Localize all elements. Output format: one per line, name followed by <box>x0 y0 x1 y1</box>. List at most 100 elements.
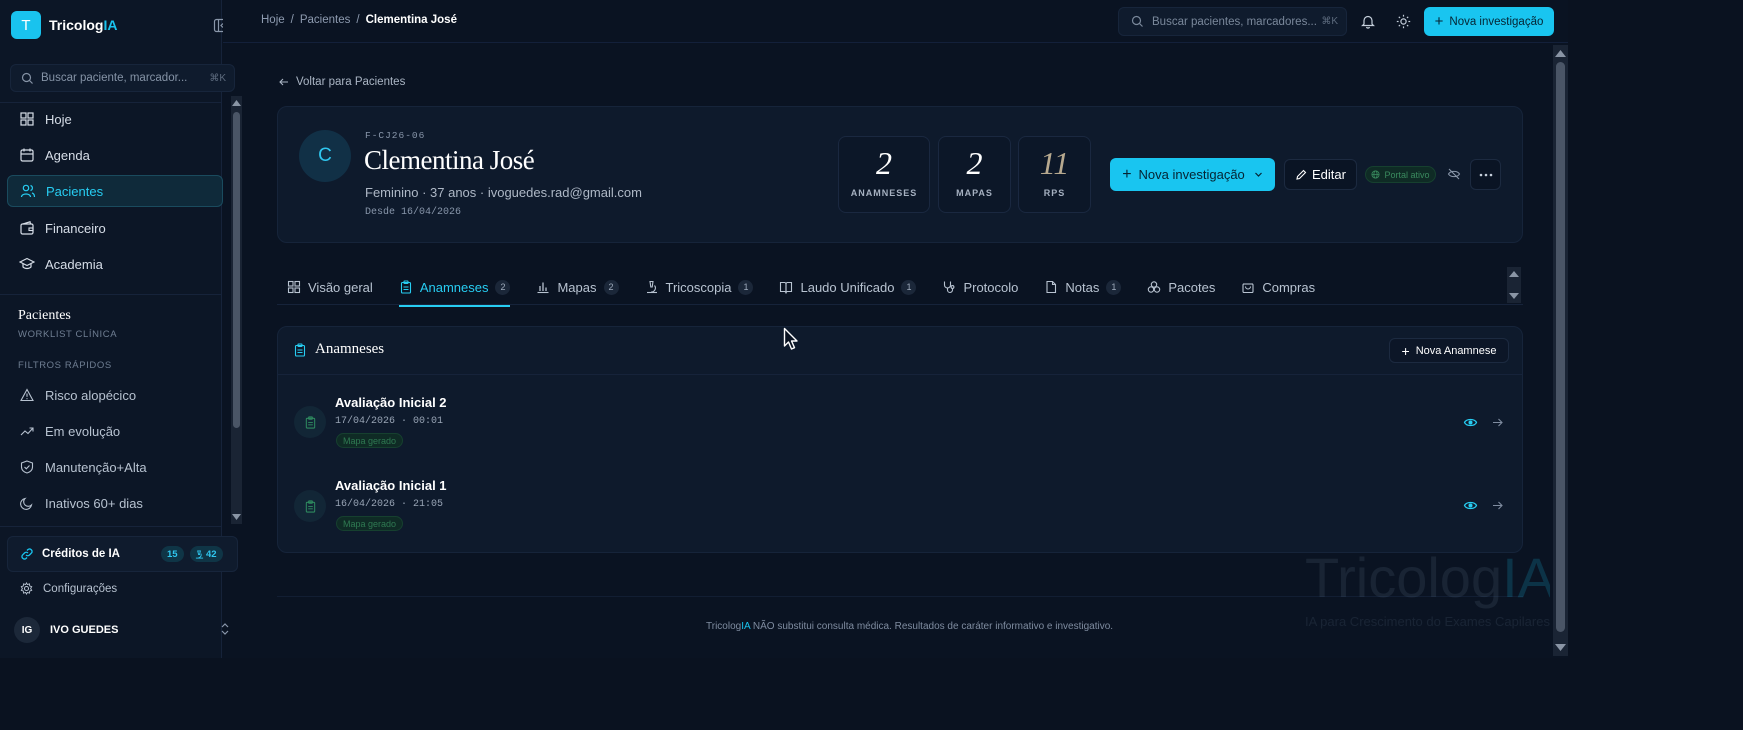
wallet-icon <box>20 221 34 235</box>
sidebar-item-agenda[interactable]: Agenda <box>7 139 223 171</box>
tab-label: Tricoscopia <box>665 279 732 295</box>
breadcrumb-hoje[interactable]: Hoje <box>261 14 285 26</box>
tab-notas[interactable]: Notas 1 <box>1044 270 1122 304</box>
breadcrumb-current: Clementina José <box>365 14 457 26</box>
tab-pacotes[interactable]: Pacotes <box>1147 270 1215 304</box>
tab-visao-geral[interactable]: Visão geral <box>287 270 373 304</box>
tab-label: Notas <box>1065 279 1100 295</box>
global-search-placeholder: Buscar pacientes, marcadores... <box>1152 15 1317 28</box>
user-menu[interactable]: IG IVO GUEDES <box>14 617 118 643</box>
main-scrollbar-thumb[interactable] <box>1556 62 1565 632</box>
sidebar-section-subtitle: WORKLIST CLÍNICA <box>18 329 118 340</box>
stat-mapas[interactable]: 2 MAPAS <box>938 136 1011 213</box>
filter-em-evolucao[interactable]: Em evolução <box>20 420 120 442</box>
status-badge: Mapa gerado <box>336 433 404 448</box>
tab-label: Anamneses <box>419 279 489 295</box>
stat-rps[interactable]: 11 RPS <box>1018 136 1091 213</box>
tabs-divider <box>277 304 1523 305</box>
filter-manutencao-alta[interactable]: Manutenção+Alta <box>20 456 147 478</box>
sun-icon[interactable] <box>1396 14 1411 29</box>
stat-label: MAPAS <box>956 188 993 198</box>
globe-icon <box>1371 170 1380 179</box>
tab-label: Compras <box>1262 279 1316 295</box>
new-investigation-button[interactable]: + Nova investigação <box>1424 7 1554 36</box>
ai-credits-panel[interactable]: Créditos de IA 15 42 <box>7 536 238 572</box>
filter-risco-alopecico[interactable]: Risco alopécico <box>20 384 136 406</box>
back-to-patients-link[interactable]: Voltar para Pacientes <box>278 76 405 88</box>
global-search-shortcut: ⌘K <box>1321 16 1338 27</box>
logo-badge: T <box>11 11 41 39</box>
stat-value: 11 <box>1039 145 1070 181</box>
sidebar-item-financeiro[interactable]: Financeiro <box>7 212 223 244</box>
sidebar-search-shortcut: ⌘K <box>209 72 226 84</box>
new-anamnese-button[interactable]: + Nova Anamnese <box>1389 338 1509 363</box>
filter-inativos-60-dias[interactable]: Inativos 60+ dias <box>20 492 143 514</box>
brand-watermark: TricologIA IA para Crescimento do Exames… <box>1305 545 1550 645</box>
logo[interactable]: T TricologIA <box>11 11 117 39</box>
stat-label: ANAMNESES <box>850 188 918 198</box>
tab-label: Mapas <box>557 279 597 295</box>
credits-badge-secondary: 42 <box>190 546 223 562</box>
sidebar-search-input[interactable]: Buscar paciente, marcador... ⌘K <box>10 64 235 92</box>
anamnese-row-title[interactable]: Avaliação Inicial 2 <box>335 395 447 410</box>
arrow-right-icon[interactable] <box>1491 499 1504 512</box>
ai-credits-label: Créditos de IA <box>42 548 120 560</box>
sidebar-item-label: Pacientes <box>46 183 104 199</box>
sidebar-item-academia[interactable]: Academia <box>7 248 223 280</box>
tabs-scrollbar[interactable] <box>1507 267 1521 303</box>
tab-mapas[interactable]: Mapas 2 <box>536 270 619 304</box>
tab-laudo-unificado[interactable]: Laudo Unificado 1 <box>779 270 917 304</box>
scroll-up-icon <box>1555 50 1566 57</box>
settings-link[interactable]: Configurações <box>20 582 117 595</box>
eye-icon[interactable] <box>1463 498 1478 513</box>
status-badge: Mapa gerado <box>336 516 404 531</box>
stethoscope-icon <box>944 281 955 294</box>
sidebar-item-pacientes[interactable]: Pacientes <box>7 175 223 207</box>
user-name: IVO GUEDES <box>50 624 119 636</box>
filter-label: Em evolução <box>45 423 121 439</box>
chevrons-up-down-icon[interactable] <box>219 622 231 636</box>
eye-off-icon[interactable] <box>1447 167 1461 181</box>
tab-compras[interactable]: Compras <box>1241 270 1315 304</box>
filter-label: Risco alopécico <box>45 387 137 403</box>
eye-icon[interactable] <box>1463 415 1478 430</box>
warning-icon <box>20 388 34 402</box>
global-search-input[interactable]: Buscar pacientes, marcadores... ⌘K <box>1118 7 1347 36</box>
more-options-button[interactable] <box>1470 159 1501 190</box>
edit-button[interactable]: Editar <box>1284 159 1357 190</box>
tab-protocolo[interactable]: Protocolo <box>942 270 1018 304</box>
mouse-cursor-icon <box>783 327 801 351</box>
trending-up-icon <box>20 427 34 436</box>
sidebar-item-label: Academia <box>45 256 103 272</box>
clipboard-icon <box>305 415 315 429</box>
patient-avatar: C <box>299 130 351 182</box>
calendar-icon <box>20 148 34 162</box>
sidebar-scrollbar-thumb[interactable] <box>233 112 240 428</box>
credits-badge: 15 <box>161 546 184 562</box>
sidebar-item-label: Hoje <box>45 111 72 127</box>
arrow-right-icon[interactable] <box>1491 416 1504 429</box>
watermark-subtitle: IA para Crescimento do Exames Capilares <box>1305 614 1550 629</box>
patient-new-investigation-button[interactable]: + Nova investigação <box>1110 158 1275 191</box>
breadcrumb-pacientes[interactable]: Pacientes <box>300 14 351 26</box>
filters-heading: FILTROS RÁPIDOS <box>18 360 112 371</box>
tab-tricoscopia[interactable]: Tricoscopia 1 <box>645 270 754 304</box>
sidebar-item-label: Agenda <box>45 147 90 163</box>
anamnese-row-title[interactable]: Avaliação Inicial 1 <box>335 478 447 493</box>
anamneses-card-divider <box>277 374 1523 375</box>
microscope-icon <box>195 549 204 559</box>
bell-icon[interactable] <box>1361 14 1375 29</box>
scroll-down-icon <box>1509 293 1519 299</box>
watermark-title-main: Tricolog <box>1305 546 1503 609</box>
tab-label: Laudo Unificado <box>800 279 895 295</box>
users-icon <box>20 184 36 198</box>
logo-text-accent: IA <box>103 17 118 33</box>
new-anamnese-label: Nova Anamnese <box>1415 344 1497 357</box>
tab-anamneses[interactable]: Anamneses 2 <box>398 270 511 307</box>
tab-count-badge: 2 <box>495 279 511 295</box>
tab-label: Protocolo <box>963 279 1019 295</box>
link-icon <box>21 548 33 560</box>
anamnese-row-date: 16/04/2026 · 21:05 <box>335 499 444 510</box>
stat-anamneses[interactable]: 2 ANAMNESES <box>838 136 930 213</box>
sidebar-item-hoje[interactable]: Hoje <box>7 103 223 135</box>
